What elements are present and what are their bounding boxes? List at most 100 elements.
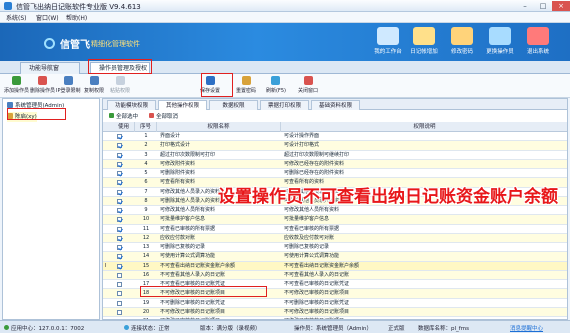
row-seq: 15 — [142, 262, 150, 269]
use-checkbox[interactable] — [117, 161, 122, 167]
use-checkbox[interactable] — [117, 282, 122, 287]
banner-button-0[interactable]: 我的工作台 — [370, 26, 406, 58]
row-desc: 可删除已复核的记录 — [284, 244, 330, 250]
use-checkbox[interactable] — [117, 208, 122, 213]
permission-tab-0[interactable]: 功能模块权限 — [107, 100, 156, 110]
row-name: 可使用计算公式调算功能 — [160, 253, 216, 260]
table-row[interactable]: I 15 不可查看出纳日记账资金账户余额 不可查看出纳日记账资金账户余额 — [103, 261, 567, 271]
title-bar: 信管飞出纳日记账软件专业版 V9.4.613 – □ × — [0, 0, 570, 12]
use-checkbox[interactable] — [117, 152, 122, 158]
toolbar-button-3[interactable]: 复制权限 — [84, 76, 104, 96]
row-desc: 不可查看其他人录入的日记账 — [284, 271, 350, 278]
table-row[interactable]: 5 可删除附件资料 可删除已经存在的附件资料 — [103, 169, 567, 179]
tab-function-nav[interactable]: 功能导航窗 — [20, 62, 80, 74]
row-desc: 可设计打印格式 — [284, 142, 320, 149]
permission-tab-4[interactable]: 基础资料权限 — [311, 100, 360, 110]
toolbar-button-8[interactable]: 关闭窗口 — [298, 76, 318, 96]
banner-button-1[interactable]: 日记帐增加 — [406, 26, 442, 58]
banner-button-label: 日记帐增加 — [410, 49, 438, 55]
use-checkbox[interactable] — [117, 226, 122, 232]
use-checkbox[interactable] — [117, 171, 122, 176]
table-row[interactable]: 3 超过打印次数限制可打印 超过打印次数限制可继续打印 — [103, 150, 567, 160]
menu-help[interactable]: 帮助(H) — [66, 13, 87, 22]
permission-tab-2[interactable]: 数据权限 — [209, 100, 258, 110]
row-name: 可修改其他人员所有资料 — [160, 207, 216, 213]
table-row[interactable]: 20 不可修改已审核的日记账项目 不可修改已审核的日记账项目 — [103, 307, 567, 317]
toolbar-button-1[interactable]: 删除操作员 — [30, 76, 55, 96]
copy-icon — [89, 76, 99, 85]
table-row[interactable]: 14 可使用计算公式调算功能 可使用计算公式调算功能 — [103, 252, 567, 262]
row-seq: 20 — [142, 308, 150, 315]
row-seq: 14 — [142, 253, 150, 260]
current-row-marker: I — [105, 262, 107, 269]
permission-panel: 功能模块权限 其他操作权限 数据权限 票据打印权限 基础资料权限 全部选中 全部取消 使… — [102, 98, 568, 320]
row-desc: 不可查看已审核的日记账凭证 — [284, 281, 350, 287]
message-center-link[interactable]: 消息提醒中心 — [510, 324, 543, 332]
minimize-icon[interactable]: – — [516, 1, 534, 11]
table-row[interactable]: 17 不可查看已审核的日记账凭证 不可查看已审核的日记账凭证 — [103, 280, 567, 290]
banner-button-2[interactable]: 修改密码 — [444, 26, 480, 58]
tree-item-1[interactable]: 陈启(xy) — [7, 112, 37, 122]
close-icon[interactable]: × — [552, 1, 570, 11]
table-row[interactable]: 2 打印格式设计 可设计打印格式 — [103, 141, 567, 151]
row-name: 打印格式设计 — [160, 142, 191, 149]
close-window-icon — [303, 76, 313, 85]
toolbar-button-label: 刷新(F5) — [266, 88, 286, 94]
status-edition: 正式版 — [388, 326, 405, 332]
row-name: 可修改附件资料 — [160, 160, 196, 167]
use-checkbox[interactable] — [117, 217, 122, 223]
table-row[interactable]: 4 可修改附件资料 可修改已经存在的附件资料 — [103, 159, 567, 169]
toolbar-button-2[interactable]: IP登录限制 — [56, 76, 81, 96]
key-icon — [451, 27, 473, 45]
tab-operator-management[interactable]: 操作员管理及授权 — [90, 62, 150, 74]
table-row[interactable]: 9 可修改其他人员所有资料 可修改其他人员所有资料 — [103, 206, 567, 216]
toolbar-button-0[interactable]: 添加操作员 — [4, 76, 29, 96]
permission-tab-3[interactable]: 票据打印权限 — [260, 100, 309, 110]
use-checkbox[interactable] — [117, 300, 122, 306]
col-desc: 权限说明 — [281, 122, 567, 132]
row-seq: 8 — [144, 197, 148, 204]
use-checkbox[interactable] — [117, 198, 122, 204]
table-row[interactable]: 10 可批量维护客户信息 可批量维护客户信息 — [103, 215, 567, 225]
menu-window[interactable]: 窗口(W) — [36, 13, 59, 22]
use-checkbox[interactable] — [117, 272, 122, 278]
table-row[interactable]: 18 不可修改已审核的日记账项目 不可修改已审核的日记账项目 — [103, 289, 567, 299]
table-row[interactable]: 1 界面设计 可设计操作界面 — [103, 132, 567, 142]
permission-tab-1[interactable]: 其他操作权限 — [158, 100, 207, 110]
tree-item-0[interactable]: 系统管理员(Admin) — [7, 101, 64, 111]
banner-button-4[interactable]: 退出系统 — [520, 26, 556, 58]
use-checkbox[interactable] — [117, 254, 122, 260]
banner-button-3[interactable]: 更换操作员 — [482, 26, 518, 58]
table-row[interactable]: 19 不可删除已审核的日记账凭证 不可删除已审核的日记账凭证 — [103, 298, 567, 308]
use-checkbox[interactable] — [117, 263, 122, 269]
toolbar-button-label: IP登录限制 — [56, 88, 81, 94]
row-name: 可查看已审核的所有票据 — [160, 225, 216, 232]
toolbar-button-7[interactable]: 刷新(F5) — [266, 76, 286, 96]
document-tabs: 功能导航窗 操作员管理及授权 — [0, 61, 570, 74]
deselect-all-button[interactable]: 全部取消 — [149, 112, 178, 120]
maximize-icon[interactable]: □ — [534, 1, 552, 11]
use-checkbox[interactable] — [117, 189, 122, 195]
row-desc: 应收款及应付款可对账 — [284, 234, 335, 241]
table-row[interactable]: 11 可查看已审核的所有票据 可查看已审核的所有票据 — [103, 224, 567, 234]
row-desc: 可批量维护客户信息 — [284, 216, 330, 223]
toolbar-button-6[interactable]: 重置密码 — [236, 76, 256, 96]
select-all-button[interactable]: 全部选中 — [109, 112, 138, 120]
use-checkbox[interactable] — [117, 180, 122, 186]
save-icon — [205, 76, 215, 85]
table-row[interactable]: 12 应收应付款对账 应收款及应付款可对账 — [103, 233, 567, 243]
use-checkbox[interactable] — [117, 309, 122, 315]
use-checkbox[interactable] — [117, 235, 122, 241]
table-row[interactable]: 16 不可查看其他人录入的日记账 不可查看其他人录入的日记账 — [103, 270, 567, 280]
user-icon — [7, 113, 13, 119]
table-row[interactable]: 13 可删除已复核的记录 可删除已复核的记录 — [103, 243, 567, 253]
use-checkbox[interactable] — [117, 134, 122, 139]
status-operator: 操作员：系统管理员（Admin） — [294, 326, 373, 332]
use-checkbox[interactable] — [117, 143, 122, 149]
use-checkbox[interactable] — [117, 245, 122, 250]
toolbar-button-label: 删除操作员 — [30, 88, 56, 94]
use-checkbox[interactable] — [117, 291, 122, 297]
menu-system[interactable]: 系统(S) — [6, 13, 27, 22]
toolbar-button-5[interactable]: 保存设置 — [200, 76, 220, 96]
delete-user-icon — [38, 76, 47, 85]
